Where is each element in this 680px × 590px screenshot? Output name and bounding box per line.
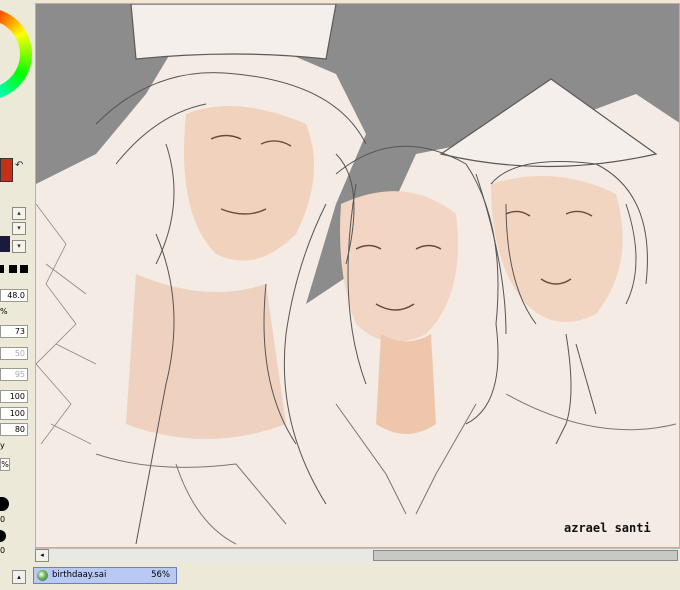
tool-dropdown-button[interactable]: ▾ (12, 240, 26, 253)
persistence-field[interactable]: 100 (0, 390, 28, 403)
horizontal-scroll-thumb[interactable] (373, 550, 678, 561)
scroll-left-icon[interactable]: ◂ (35, 549, 49, 562)
brush-size-field[interactable]: 48.0 (0, 289, 28, 302)
drawing-canvas[interactable]: azrael santi (35, 3, 680, 548)
density-field[interactable]: 73 (0, 325, 28, 338)
horizontal-scrollbar[interactable]: ◂ (35, 548, 680, 562)
scroll-down-button[interactable]: ▾ (12, 222, 26, 235)
keep-opacity-field[interactable]: 100 (0, 407, 28, 420)
color-wheel[interactable] (0, 8, 32, 100)
brush-shape-selector[interactable] (0, 265, 28, 275)
sai-document-icon (37, 570, 48, 581)
primary-color-swatch[interactable] (0, 158, 13, 182)
swap-colors-icon[interactable]: ↶ (15, 160, 23, 171)
signature-text: azrael santi (564, 521, 651, 535)
document-zoom: 56% (151, 570, 170, 580)
blending-field[interactable]: 50 (0, 347, 28, 360)
min-size-label: % (0, 307, 8, 316)
brush-dot-medium[interactable] (0, 530, 6, 542)
scroll-up-button[interactable]: ▴ (12, 207, 26, 220)
document-tabbar: ▴ birthdaay.sai 56% (0, 562, 680, 590)
option-pct-field[interactable]: % (0, 458, 10, 471)
brush-dot-label-2: 0 (0, 546, 6, 555)
document-name: birthdaay.sai (52, 570, 107, 580)
document-tab[interactable]: birthdaay.sai 56% (33, 567, 177, 584)
brush-dot-label-1: 0 (0, 515, 6, 524)
tab-scroll-button[interactable]: ▴ (12, 570, 26, 584)
pen-tool-icon[interactable] (0, 236, 10, 252)
tool-panel: ↶ ▴ ▾ ▾ 48.0 % 73 50 95 100 100 80 y % 0… (0, 0, 32, 590)
canvas-area: azrael santi ◂ (32, 0, 680, 562)
dilution-field[interactable]: 95 (0, 368, 28, 381)
option-label-y: y (0, 441, 5, 450)
artwork: azrael santi (36, 4, 679, 547)
brush-dot-large[interactable] (0, 497, 9, 511)
blur-pressure-field[interactable]: 80 (0, 423, 28, 436)
